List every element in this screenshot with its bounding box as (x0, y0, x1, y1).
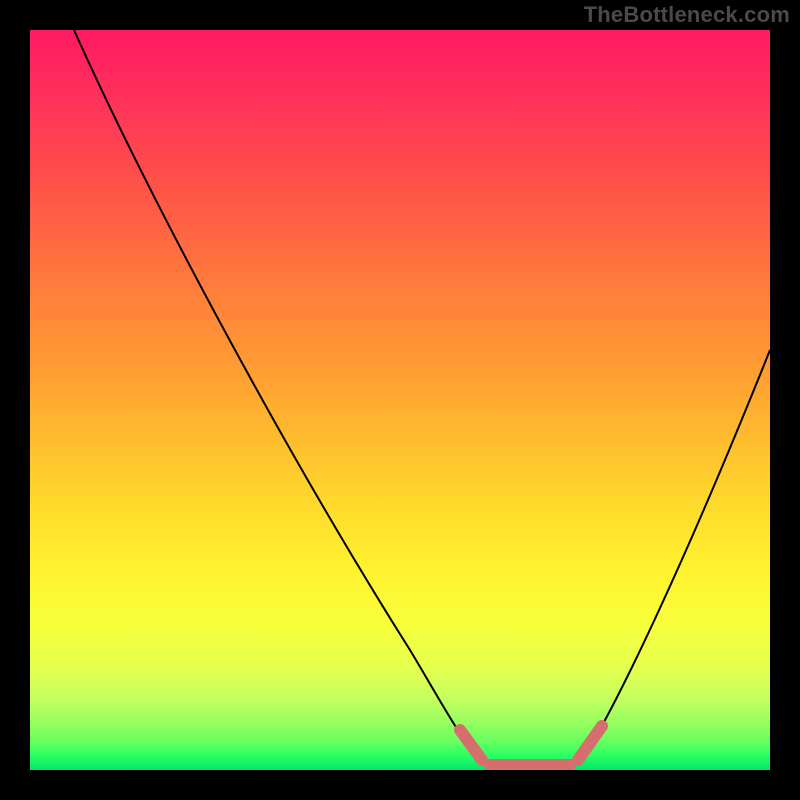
optimal-band-right (578, 726, 602, 760)
watermark-text: TheBottleneck.com (584, 2, 790, 28)
curve-overlay (30, 30, 770, 770)
curve-right (582, 350, 770, 760)
chart-frame: TheBottleneck.com (0, 0, 800, 800)
optimal-band-left (460, 730, 482, 760)
curve-left (74, 30, 480, 760)
